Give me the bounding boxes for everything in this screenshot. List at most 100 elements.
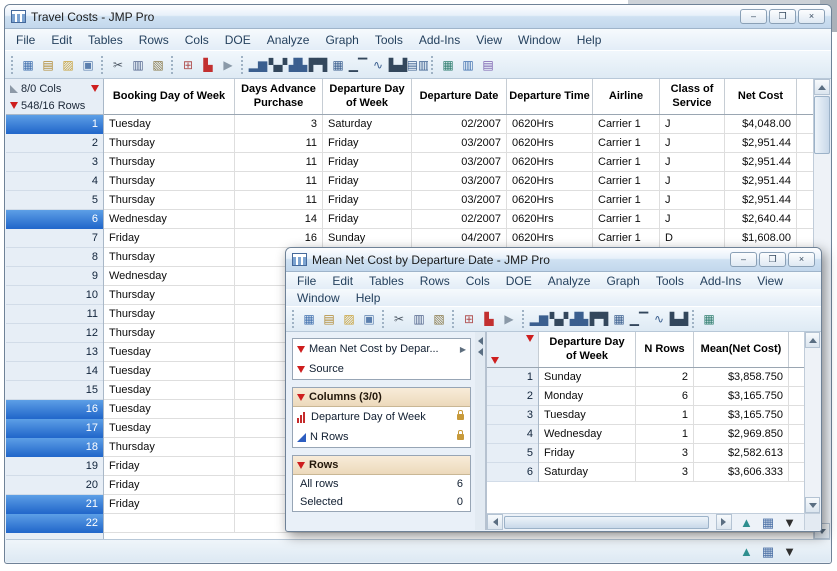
menu-rows[interactable]: Rows [131,31,177,49]
cell[interactable]: $3,165.750 [694,387,789,405]
cell[interactable]: Friday [323,191,412,209]
row-number[interactable]: 3 [487,406,538,425]
cell[interactable]: 14 [235,210,323,228]
fit-model-icon[interactable]: ▛▜ [589,310,609,329]
cell[interactable]: J [660,153,725,171]
run-script-icon[interactable]: ▶ [218,55,238,74]
open-icon[interactable]: ▨ [339,310,359,329]
cell[interactable]: 03/2007 [412,153,507,171]
cell[interactable]: Thursday [104,153,235,171]
pdf-export-icon[interactable]: ▙ [198,55,218,74]
time-series-icon[interactable]: ∿ [649,310,669,329]
row-number[interactable]: 2 [487,387,538,406]
menu-tools[interactable]: Tools [367,31,411,49]
column-header[interactable]: Departure Day of Week [323,79,412,114]
scroll-to-top-icon[interactable]: ▲ [740,516,753,529]
menu-window[interactable]: Window [289,289,348,307]
row-number[interactable]: 18 [6,438,103,457]
layout-icon[interactable]: ⊞ [459,310,479,329]
menu-view[interactable]: View [749,272,791,290]
row-number[interactable]: 4 [487,425,538,444]
column-header[interactable]: N Rows [636,332,694,367]
pdf-export-icon[interactable]: ▙ [479,310,499,329]
scroll-right-button[interactable] [716,514,732,530]
menu-tables[interactable]: Tables [361,272,412,290]
column-item[interactable]: Departure Day of Week [293,407,470,427]
horizontal-scrollbar-thumb[interactable] [504,516,709,529]
cell[interactable]: Carrier 1 [593,115,660,133]
menu-addins[interactable]: Add-Ins [411,31,468,49]
titlebar[interactable]: Travel Costs - JMP Pro – ❒ × [5,5,831,29]
distribution-icon[interactable]: ▂▆ [529,310,549,329]
row-number[interactable]: 2 [6,134,103,153]
menu-analyze[interactable]: Analyze [540,272,599,290]
cell[interactable]: J [660,210,725,228]
distribution-icon[interactable]: ▂▆ [248,55,268,74]
copy-icon[interactable]: ▥ [128,55,148,74]
cell[interactable]: D [660,229,725,247]
cell[interactable]: Thursday [104,172,235,190]
partition-icon[interactable]: ▙▟ [388,55,408,74]
cell[interactable]: 3 [636,444,694,462]
menu-doe[interactable]: DOE [217,31,259,49]
column-header[interactable]: Departure Date [412,79,507,114]
open-icon[interactable]: ▨ [58,55,78,74]
column-header[interactable]: Departure Day of Week [539,332,636,367]
row-number[interactable]: 5 [6,191,103,210]
row-number[interactable]: 8 [6,248,103,267]
column-header[interactable]: Mean(Net Cost) [694,332,789,367]
row-number[interactable]: 9 [6,267,103,286]
cell[interactable]: $2,969.850 [694,425,789,443]
menu-window[interactable]: Window [510,31,569,49]
cell[interactable]: Carrier 1 [593,134,660,152]
cell[interactable]: 03/2007 [412,172,507,190]
cell[interactable]: 0620Hrs [507,210,593,228]
cell[interactable]: 03/2007 [412,191,507,209]
menu-graph[interactable]: Graph [317,31,366,49]
scroll-down-button[interactable] [805,497,820,513]
rows-red-triangle-menu-icon[interactable] [297,462,305,469]
cell[interactable]: 2 [636,368,694,386]
cell[interactable]: Thursday [104,438,235,456]
cell[interactable]: 0620Hrs [507,172,593,190]
matched-pairs-icon[interactable]: ▟▙ [288,55,308,74]
copy-icon[interactable]: ▥ [409,310,429,329]
cell[interactable]: Wednesday [539,425,636,443]
row-number[interactable]: 10 [6,286,103,305]
maximize-button[interactable]: ❒ [759,252,786,267]
cell[interactable]: J [660,172,725,190]
cell[interactable]: Carrier 1 [593,191,660,209]
menu-rows[interactable]: Rows [412,272,458,290]
cell[interactable]: 04/2007 [412,229,507,247]
fit-y-by-x-icon[interactable]: ▚▞ [268,55,288,74]
columns-red-triangle-menu-icon[interactable] [526,335,534,342]
cell[interactable]: Carrier 1 [593,172,660,190]
cell[interactable]: Sunday [539,368,636,386]
cell[interactable]: 03/2007 [412,134,507,152]
row-number[interactable]: 11 [6,305,103,324]
close-button[interactable]: × [798,9,825,24]
column-header[interactable]: Airline [593,79,660,114]
cell[interactable]: Saturday [323,115,412,133]
cell[interactable]: Tuesday [104,419,235,437]
row-number[interactable]: 16 [6,400,103,419]
scroll-up-button[interactable] [805,332,820,348]
row-number[interactable]: 19 [6,457,103,476]
cell[interactable]: $3,606.333 [694,463,789,481]
menu-view[interactable]: View [468,31,510,49]
menu-cols[interactable]: Cols [177,31,217,49]
cell[interactable]: Friday [323,153,412,171]
cell[interactable]: $2,951.44 [725,191,797,209]
cell[interactable]: 3 [235,115,323,133]
cell[interactable]: Carrier 1 [593,153,660,171]
cell[interactable]: $2,951.44 [725,172,797,190]
row-number[interactable]: 5 [487,444,538,463]
cell[interactable]: J [660,134,725,152]
menu-tables[interactable]: Tables [80,31,131,49]
row-number[interactable]: 6 [6,210,103,229]
fit-model-icon[interactable]: ▛▜ [308,55,328,74]
cell[interactable]: 3 [636,463,694,481]
new-journal-icon[interactable]: ▤ [38,55,58,74]
data-table-grid-icon[interactable]: ▦ [438,55,458,74]
cell[interactable]: Friday [323,210,412,228]
